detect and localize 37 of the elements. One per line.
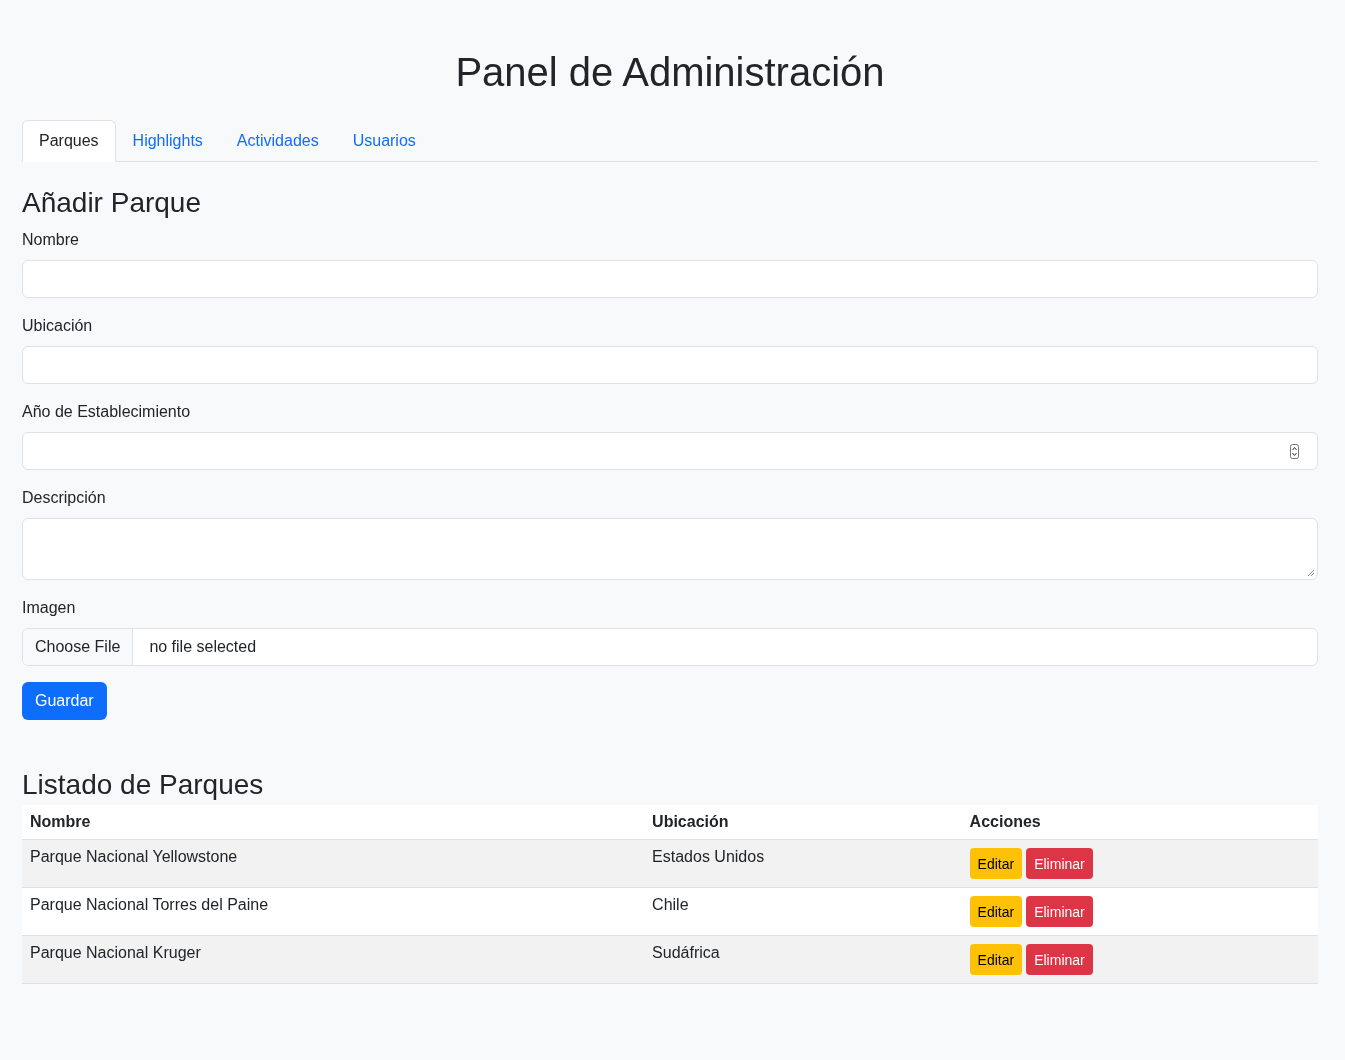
field-label: Imagen: [22, 597, 77, 618]
section-heading: Añadir Parque: [22, 186, 202, 220]
choose-file-button[interactable]: Choose File: [23, 628, 134, 665]
table-cell: Sudáfrica: [652, 944, 720, 962]
number-field[interactable]: [22, 431, 1318, 470]
table-cell: Parque Nacional Kruger: [30, 944, 201, 962]
textarea-field[interactable]: [22, 517, 1318, 580]
column-header: Nombre: [22, 805, 645, 840]
section-heading: Listado de Parques: [22, 767, 265, 802]
tab[interactable]: Usuarios: [335, 120, 433, 162]
page-title: Panel de Administración: [454, 49, 886, 96]
field-label: Nombre: [22, 229, 80, 250]
edit-button[interactable]: Editar: [969, 848, 1023, 880]
tab[interactable]: Actividades: [219, 120, 336, 162]
edit-button[interactable]: Editar: [969, 896, 1023, 928]
tab[interactable]: Highlights: [115, 120, 220, 162]
file-status: no file selected: [148, 637, 257, 656]
save-button[interactable]: Guardar: [22, 681, 107, 720]
table-cell: Estados Unidos: [652, 848, 765, 866]
field-label: Año de Establecimiento: [22, 401, 192, 422]
file-field[interactable]: Choose File no file selected: [22, 627, 1318, 666]
delete-button[interactable]: Eliminar: [1026, 896, 1093, 928]
column-header: Ubicación: [644, 805, 962, 840]
input-field[interactable]: [22, 345, 1318, 384]
column-header: Acciones: [961, 805, 1318, 840]
field-label: Descripción: [22, 487, 107, 508]
spinner-icon[interactable]: [1290, 443, 1299, 459]
table-cell: Parque Nacional Torres del Paine: [30, 896, 269, 914]
resize-handle-icon[interactable]: [1307, 568, 1315, 577]
delete-button[interactable]: Eliminar: [1026, 848, 1093, 880]
table-cell: Chile: [652, 896, 689, 914]
table-cell: Parque Nacional Yellowstone: [30, 848, 238, 866]
field-label: Ubicación: [22, 315, 94, 336]
input-field[interactable]: [22, 259, 1318, 298]
delete-button[interactable]: Eliminar: [1026, 944, 1093, 976]
tab[interactable]: Parques: [22, 120, 116, 162]
edit-button[interactable]: Editar: [969, 944, 1023, 976]
